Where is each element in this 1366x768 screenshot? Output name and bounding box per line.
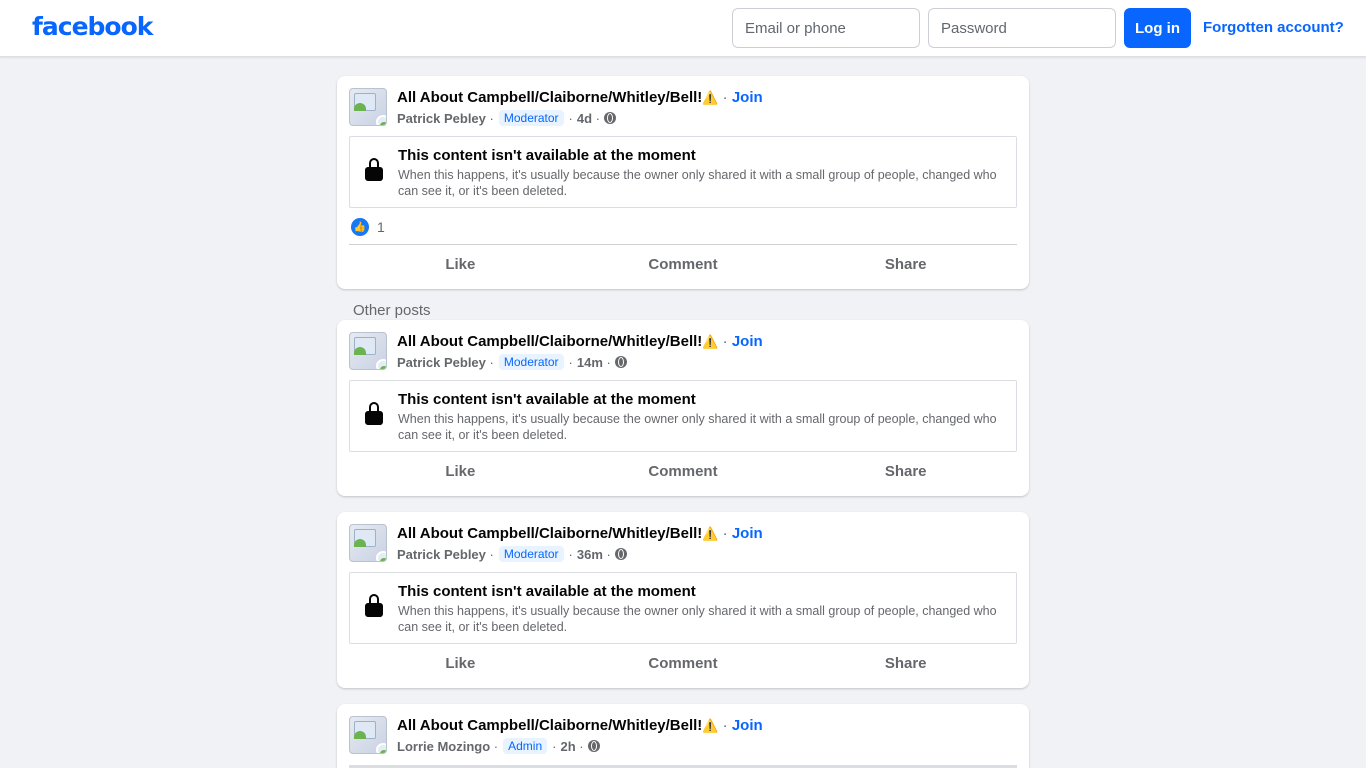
- unavailable-content-notice: This content isn't available at the mome…: [349, 380, 1017, 452]
- lock-icon: [365, 402, 383, 426]
- role-badge: Moderator: [498, 354, 564, 370]
- like-button[interactable]: Like: [349, 645, 572, 681]
- globe-icon: [614, 356, 627, 368]
- group-avatar[interactable]: [349, 716, 387, 754]
- post-card: All About Campbell/Claiborne/Whitley/Bel…: [337, 512, 1029, 688]
- post-meta: Patrick Pebley · Moderator · 4d ·: [397, 110, 617, 126]
- post-header: All About Campbell/Claiborne/Whitley/Bel…: [397, 717, 763, 734]
- email-field[interactable]: [732, 8, 920, 48]
- lock-icon: [365, 158, 383, 182]
- notice-description: When this happens, it's usually because …: [398, 412, 997, 442]
- other-posts-heading: Other posts: [353, 302, 431, 319]
- notice-description: When this happens, it's usually because …: [398, 604, 997, 634]
- reactions-summary[interactable]: 👍 1: [351, 218, 385, 236]
- unavailable-content-notice: This content isn't available at the mome…: [349, 572, 1017, 644]
- post-timestamp[interactable]: 14m: [577, 355, 603, 370]
- post-actions: Like Comment Share: [349, 645, 1017, 681]
- role-badge: Admin: [503, 738, 548, 754]
- post-meta: Patrick Pebley · Moderator · 14m ·: [397, 354, 627, 370]
- password-field[interactable]: [928, 8, 1116, 48]
- notice-title: This content isn't available at the mome…: [398, 583, 696, 600]
- group-name-link[interactable]: All About Campbell/Claiborne/Whitley/Bel…: [397, 717, 702, 734]
- group-avatar[interactable]: [349, 332, 387, 370]
- author-avatar-badge: [376, 359, 386, 369]
- author-avatar-badge: [376, 743, 386, 753]
- join-link[interactable]: Join: [732, 717, 763, 734]
- unavailable-content-notice: This content isn't available at the mome…: [349, 136, 1017, 208]
- share-button[interactable]: Share: [794, 246, 1017, 282]
- post-header: All About Campbell/Claiborne/Whitley/Bel…: [397, 89, 763, 106]
- warning-icon: ⚠️: [702, 334, 719, 349]
- join-link[interactable]: Join: [732, 333, 763, 350]
- group-name-link[interactable]: All About Campbell/Claiborne/Whitley/Bel…: [397, 525, 702, 542]
- author-name-link[interactable]: Lorrie Mozingo: [397, 739, 490, 754]
- post-timestamp[interactable]: 2h: [560, 739, 575, 754]
- warning-icon: ⚠️: [702, 718, 719, 733]
- thumbs-up-icon: 👍: [351, 218, 369, 236]
- post-meta: Lorrie Mozingo · Admin · 2h ·: [397, 738, 600, 754]
- post-header: All About Campbell/Claiborne/Whitley/Bel…: [397, 525, 763, 542]
- like-button[interactable]: Like: [349, 453, 572, 489]
- comment-button[interactable]: Comment: [572, 246, 795, 282]
- role-badge: Moderator: [498, 110, 564, 126]
- post-card: All About Campbell/Claiborne/Whitley/Bel…: [337, 704, 1029, 768]
- comment-button[interactable]: Comment: [572, 645, 795, 681]
- notice-description: When this happens, it's usually because …: [398, 168, 997, 198]
- author-avatar-badge: [376, 551, 386, 561]
- author-avatar-badge: [376, 115, 386, 125]
- notice-title: This content isn't available at the mome…: [398, 391, 696, 408]
- author-name-link[interactable]: Patrick Pebley: [397, 355, 486, 370]
- post-actions: Like Comment Share: [349, 453, 1017, 489]
- post-actions: Like Comment Share: [349, 246, 1017, 282]
- lock-icon: [365, 594, 383, 618]
- facebook-logo[interactable]: facebook: [32, 12, 153, 41]
- group-name-link[interactable]: All About Campbell/Claiborne/Whitley/Bel…: [397, 89, 702, 106]
- globe-icon: [587, 740, 600, 752]
- post-timestamp[interactable]: 4d: [577, 111, 592, 126]
- group-avatar[interactable]: [349, 88, 387, 126]
- post-card: All About Campbell/Claiborne/Whitley/Bel…: [337, 76, 1029, 289]
- group-name-link[interactable]: All About Campbell/Claiborne/Whitley/Bel…: [397, 333, 702, 350]
- join-link[interactable]: Join: [732, 89, 763, 106]
- author-name-link[interactable]: Patrick Pebley: [397, 547, 486, 562]
- post-meta: Patrick Pebley · Moderator · 36m ·: [397, 546, 627, 562]
- notice-title: This content isn't available at the mome…: [398, 147, 696, 164]
- share-button[interactable]: Share: [794, 453, 1017, 489]
- join-link[interactable]: Join: [732, 525, 763, 542]
- divider: [349, 244, 1017, 245]
- warning-icon: ⚠️: [702, 526, 719, 541]
- login-button[interactable]: Log in: [1124, 8, 1191, 48]
- role-badge: Moderator: [498, 546, 564, 562]
- share-button[interactable]: Share: [794, 645, 1017, 681]
- globe-icon: [604, 112, 617, 124]
- warning-icon: ⚠️: [702, 90, 719, 105]
- post-card: All About Campbell/Claiborne/Whitley/Bel…: [337, 320, 1029, 496]
- like-button[interactable]: Like: [349, 246, 572, 282]
- top-bar: facebook Log in Forgotten account?: [0, 0, 1366, 57]
- reaction-count: 1: [377, 219, 385, 235]
- globe-icon: [614, 548, 627, 560]
- author-name-link[interactable]: Patrick Pebley: [397, 111, 486, 126]
- post-header: All About Campbell/Claiborne/Whitley/Bel…: [397, 333, 763, 350]
- forgotten-account-link[interactable]: Forgotten account?: [1203, 19, 1344, 36]
- comment-button[interactable]: Comment: [572, 453, 795, 489]
- group-avatar[interactable]: [349, 524, 387, 562]
- post-timestamp[interactable]: 36m: [577, 547, 603, 562]
